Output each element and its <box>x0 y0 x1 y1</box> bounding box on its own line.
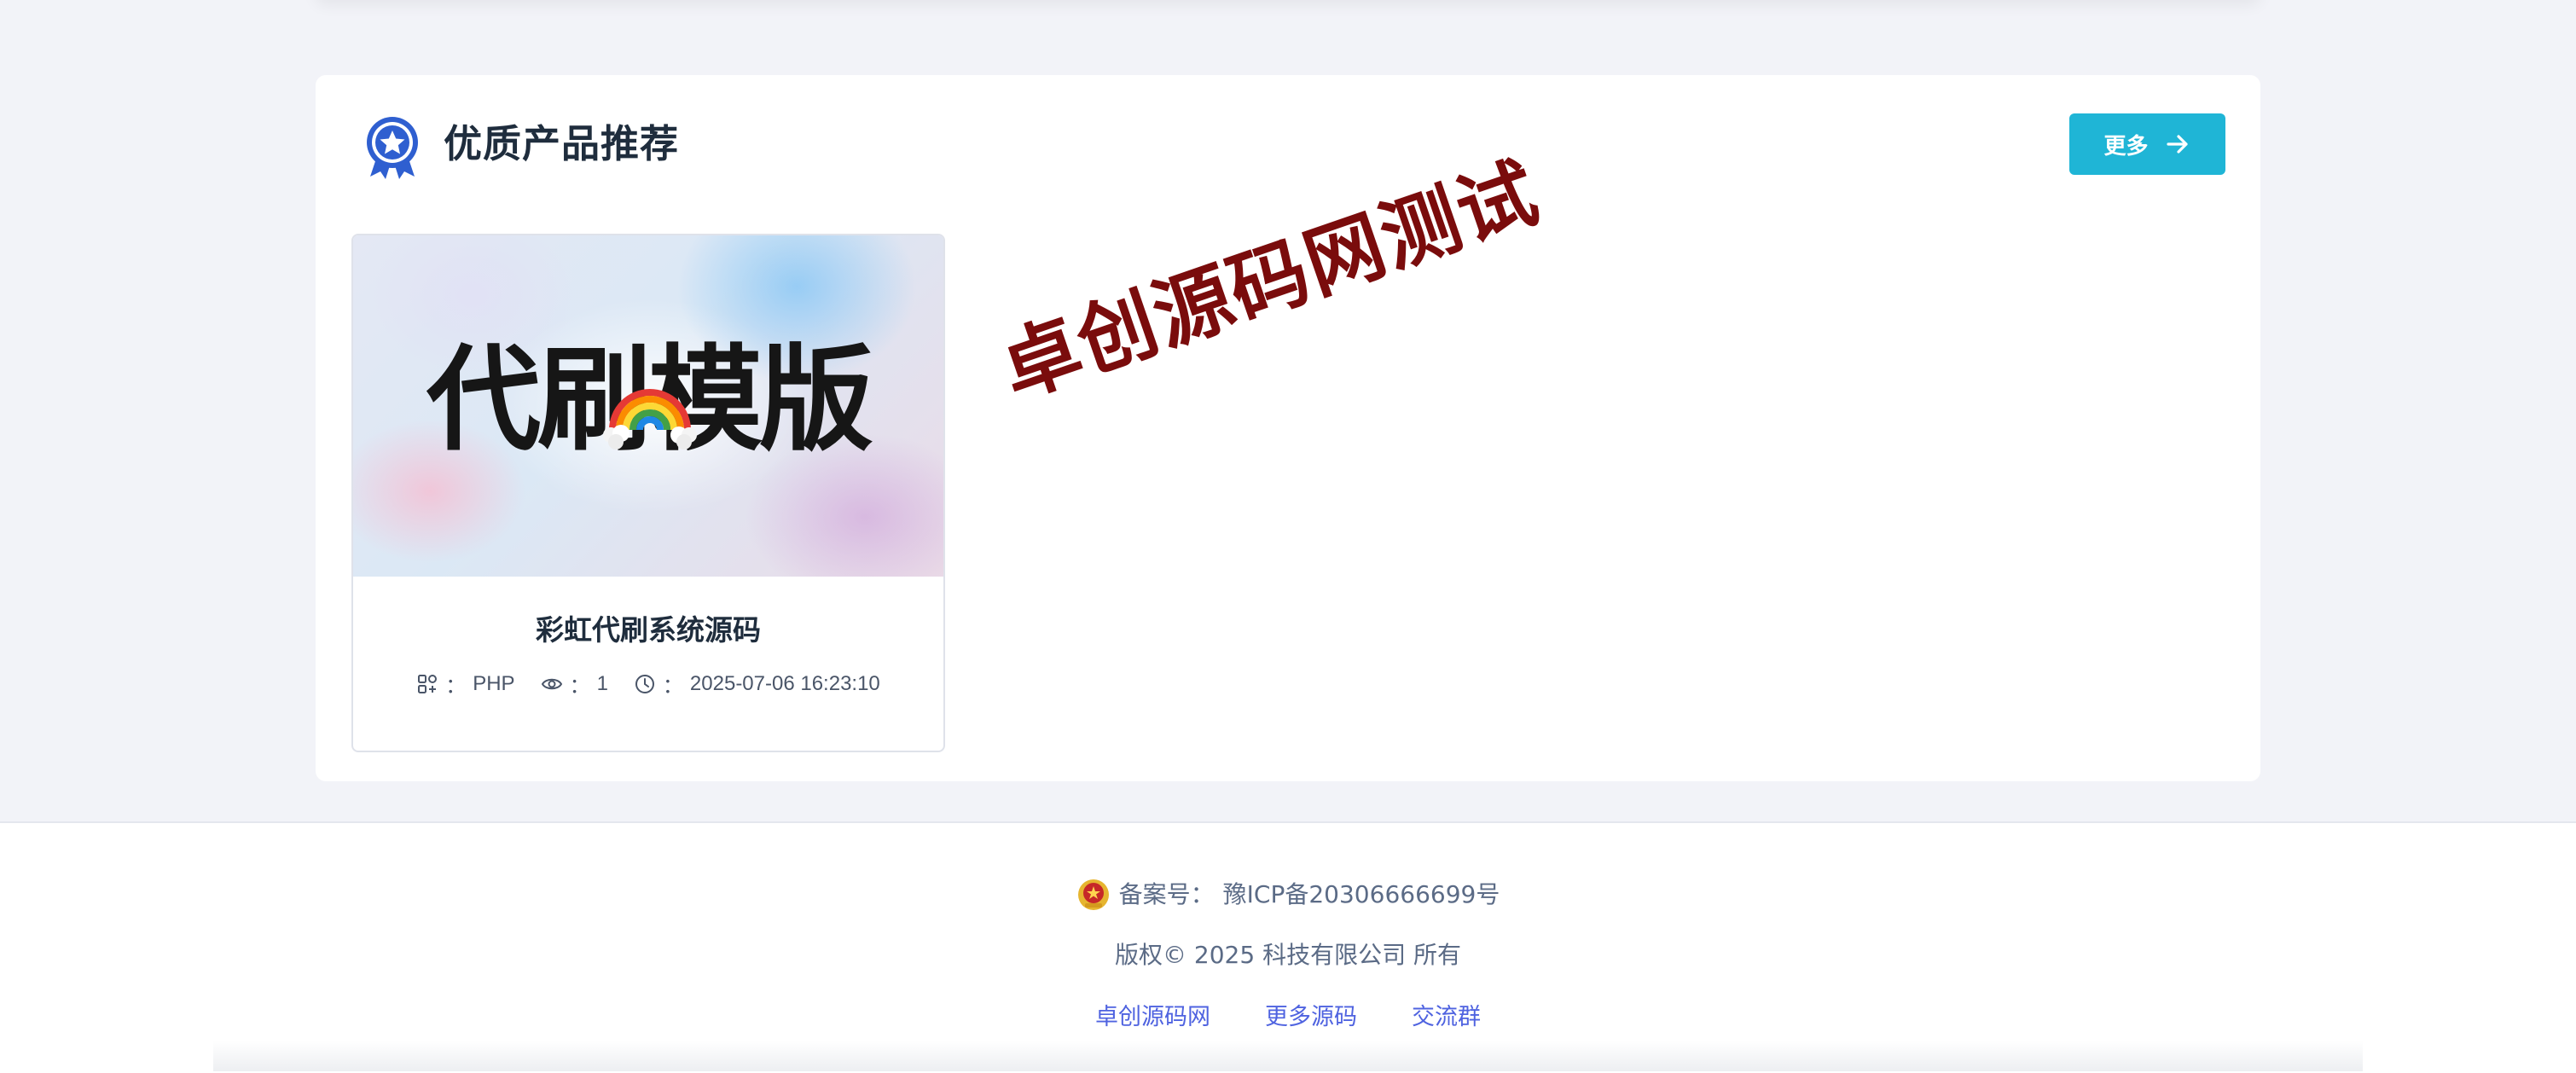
product-card[interactable]: 代刷模版 彩虹代刷系统源码 ： PHP ： 1 ： 2025-07-06 16:… <box>351 234 945 752</box>
clock-icon <box>635 674 654 693</box>
more-button-label: 更多 <box>2103 133 2149 160</box>
language-value: PHP <box>473 671 515 695</box>
section-title: 优质产品推荐 <box>444 121 680 166</box>
category-icon <box>418 674 438 693</box>
icp-row: 备案号： 豫ICP备20306666699号 <box>0 878 2576 912</box>
copyright-text: 版权© 2025 科技有限公司 所有 <box>1115 941 1461 969</box>
award-badge-icon <box>367 117 418 179</box>
more-button[interactable]: 更多 <box>2069 113 2225 175</box>
icp-label: 备案号： <box>1118 880 1215 908</box>
police-emblem-icon <box>1077 879 1109 910</box>
bottom-shadow <box>213 1041 2363 1071</box>
time-separator: ： <box>662 675 683 698</box>
footer-link-chat-group[interactable]: 交流群 <box>1412 1000 1481 1035</box>
views-separator: ： <box>569 675 590 698</box>
rainbow-icon <box>603 389 697 450</box>
footer: 备案号： 豫ICP备20306666699号 版权© 2025 科技有限公司 所… <box>0 821 2576 1073</box>
footer-link-more-source[interactable]: 更多源码 <box>1265 1000 1357 1035</box>
arrow-right-icon <box>2166 135 2188 154</box>
publish-time: 2025-07-06 16:23:10 <box>689 671 880 695</box>
footer-links: 卓创源码网 更多源码 交流群 <box>0 1000 2576 1035</box>
icp-number[interactable]: 豫ICP备20306666699号 <box>1223 878 1500 912</box>
views-value: 1 <box>596 671 608 695</box>
product-meta: ： PHP ： 1 ： 2025-07-06 16:23:10 <box>353 669 943 699</box>
language-separator: ： <box>445 675 467 698</box>
eye-icon <box>541 678 562 689</box>
footer-link-zhuochuang[interactable]: 卓创源码网 <box>1095 1000 1210 1035</box>
product-thumbnail[interactable]: 代刷模版 <box>353 235 943 577</box>
product-title[interactable]: 彩虹代刷系统源码 <box>353 611 943 650</box>
featured-products-section: 优质产品推荐 更多 代刷模版 彩虹代刷系统源码 ： PHP ： 1 ： 2025… <box>316 75 2260 781</box>
